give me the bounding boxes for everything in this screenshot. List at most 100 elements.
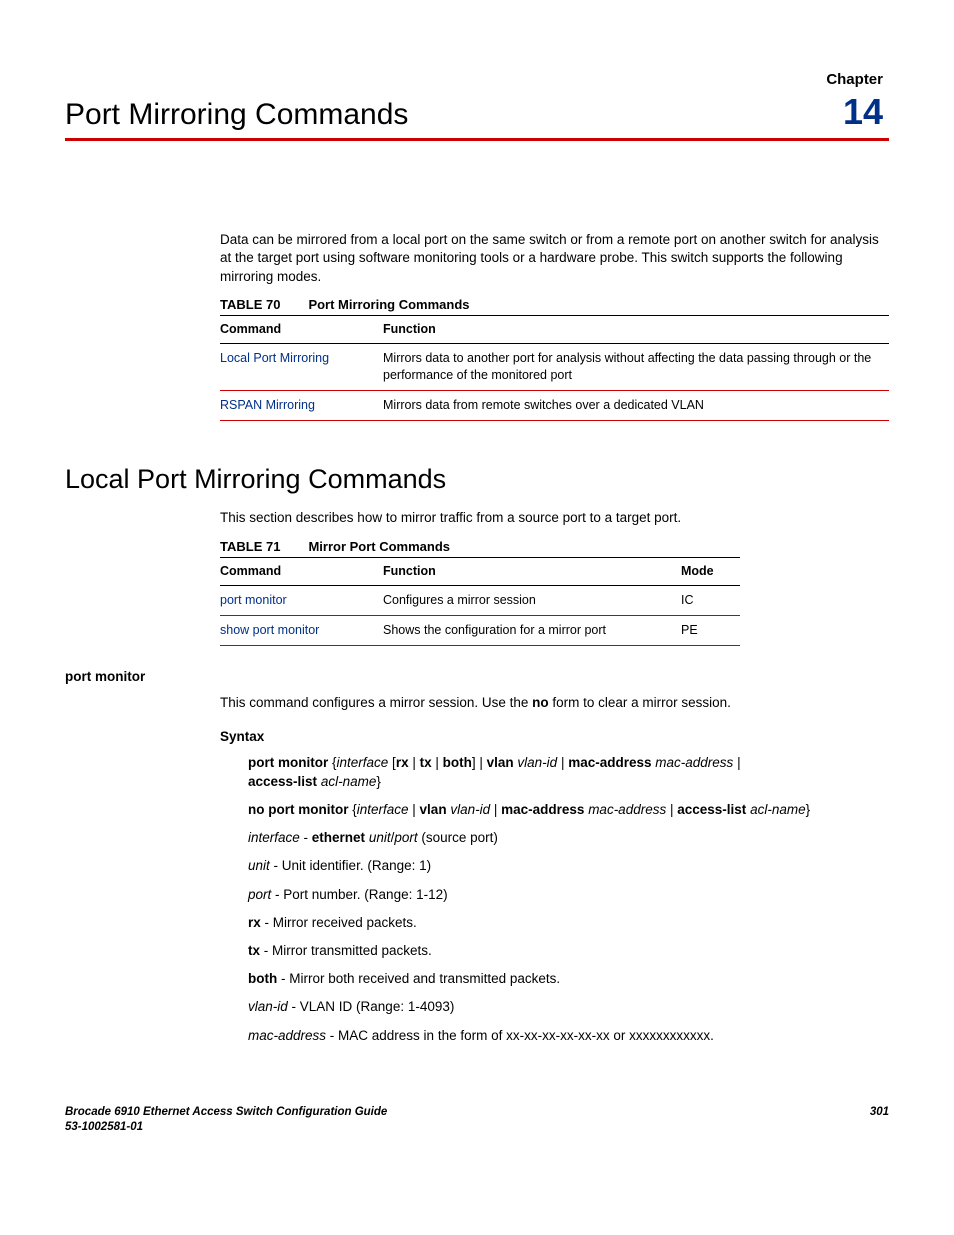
t: | xyxy=(432,755,443,770)
t: (source port) xyxy=(418,830,498,845)
t: vlan-id xyxy=(450,802,490,817)
t: interface xyxy=(337,755,389,770)
table70-title: TABLE 70 Port Mirroring Commands xyxy=(220,296,889,314)
table70-label: TABLE 70 xyxy=(220,297,280,312)
t: | xyxy=(666,802,677,817)
def-unit: unit - Unit identifier. (Range: 1) xyxy=(248,857,889,875)
chapter-label: Chapter xyxy=(826,70,889,90)
t: | xyxy=(409,802,420,817)
section-intro: This section describes how to mirror tra… xyxy=(220,509,889,527)
footer-title: Brocade 6910 Ethernet Access Switch Conf… xyxy=(65,1105,387,1121)
t: mac-address xyxy=(568,755,651,770)
def-rx: rx - Mirror received packets. xyxy=(248,914,889,932)
t: unit xyxy=(369,830,391,845)
t: } xyxy=(376,774,381,789)
t: tx xyxy=(248,943,260,958)
table70: Command Function Local Port Mirroring Mi… xyxy=(220,315,889,421)
command-name: port monitor xyxy=(65,668,889,686)
table71-h3: Mode xyxy=(681,558,740,586)
def-tx: tx - Mirror transmitted packets. xyxy=(248,942,889,960)
t: rx xyxy=(396,755,409,770)
link-port-monitor[interactable]: port monitor xyxy=(220,586,383,616)
t: vlan xyxy=(420,802,447,817)
t: port xyxy=(248,887,271,902)
t: | xyxy=(733,755,740,770)
command-description: This command configures a mirror session… xyxy=(220,694,889,712)
table71-r1-func: Shows the configuration for a mirror por… xyxy=(383,615,681,645)
t: { xyxy=(328,755,336,770)
t: access-list xyxy=(677,802,746,817)
chapter-title: Port Mirroring Commands xyxy=(65,100,408,130)
table-row: show port monitor Shows the configuratio… xyxy=(220,615,740,645)
table70-caption: Port Mirroring Commands xyxy=(308,297,469,312)
page-number: 301 xyxy=(870,1105,889,1136)
t: vlan-id xyxy=(248,999,288,1014)
t: | xyxy=(557,755,568,770)
table71-h1: Command xyxy=(220,558,383,586)
t: interface xyxy=(357,802,409,817)
t: port monitor xyxy=(248,755,328,770)
link-show-port-monitor[interactable]: show port monitor xyxy=(220,615,383,645)
t: [ xyxy=(388,755,396,770)
t: vlan xyxy=(487,755,514,770)
t: port xyxy=(394,830,417,845)
def-mac: mac-address - MAC address in the form of… xyxy=(248,1027,889,1045)
t: mac-address xyxy=(501,802,584,817)
link-local-port-mirroring[interactable]: Local Port Mirroring xyxy=(220,344,383,391)
table71-title: TABLE 71Mirror Port Commands xyxy=(220,538,889,556)
t: { xyxy=(348,802,356,817)
t: - Mirror received packets. xyxy=(261,915,417,930)
def-both: both - Mirror both received and transmit… xyxy=(248,970,889,988)
syntax-heading: Syntax xyxy=(220,728,889,746)
page-footer: Brocade 6910 Ethernet Access Switch Conf… xyxy=(65,1105,889,1136)
t: | xyxy=(409,755,420,770)
def-interface: interface - ethernet unit/port (source p… xyxy=(248,829,889,847)
footer-docnum: 53-1002581-01 xyxy=(65,1120,387,1136)
link-rspan-mirroring[interactable]: RSPAN Mirroring xyxy=(220,391,383,421)
t: both xyxy=(443,755,472,770)
t: mac-address xyxy=(655,755,733,770)
syntax-line-2: no port monitor {interface | vlan vlan-i… xyxy=(248,801,889,819)
table71: Command Function Mode port monitor Confi… xyxy=(220,557,740,646)
t: acl-name xyxy=(321,774,377,789)
t: ethernet xyxy=(312,830,365,845)
t: mac-address xyxy=(248,1028,326,1043)
divider xyxy=(65,138,889,141)
table-row: RSPAN Mirroring Mirrors data from remote… xyxy=(220,391,889,421)
t: both xyxy=(248,971,277,986)
table70-h2: Function xyxy=(383,316,889,344)
t: interface xyxy=(248,830,300,845)
t: acl-name xyxy=(750,802,806,817)
table-row: Local Port Mirroring Mirrors data to ano… xyxy=(220,344,889,391)
chapter-number: 14 xyxy=(826,94,889,130)
table71-h2: Function xyxy=(383,558,681,586)
intro-paragraph: Data can be mirrored from a local port o… xyxy=(220,231,889,286)
table71-r1-mode: PE xyxy=(681,615,740,645)
table70-r0-func: Mirrors data to another port for analysi… xyxy=(383,344,889,391)
t: - VLAN ID (Range: 1-4093) xyxy=(288,999,455,1014)
t: unit xyxy=(248,858,270,873)
t: ] | xyxy=(472,755,487,770)
t: rx xyxy=(248,915,261,930)
t: no port monitor xyxy=(248,802,348,817)
section-title: Local Port Mirroring Commands xyxy=(65,461,889,497)
t: - MAC address in the form of xx-xx-xx-xx… xyxy=(326,1028,714,1043)
table71-r0-func: Configures a mirror session xyxy=(383,586,681,616)
t: - xyxy=(300,830,312,845)
desc-bold: no xyxy=(532,695,549,710)
t: mac-address xyxy=(588,802,666,817)
t: - Mirror both received and transmitted p… xyxy=(277,971,560,986)
table70-r1-func: Mirrors data from remote switches over a… xyxy=(383,391,889,421)
syntax-line-1: port monitor {interface [rx | tx | both]… xyxy=(248,754,889,790)
table71-r0-mode: IC xyxy=(681,586,740,616)
t: } xyxy=(806,802,811,817)
t: | xyxy=(490,802,501,817)
t: vlan-id xyxy=(517,755,557,770)
desc-pre: This command configures a mirror session… xyxy=(220,695,532,710)
def-vlan: vlan-id - VLAN ID (Range: 1-4093) xyxy=(248,998,889,1016)
table71-caption: Mirror Port Commands xyxy=(308,539,450,554)
t: - Port number. (Range: 1-12) xyxy=(271,887,447,902)
t: access-list xyxy=(248,774,317,789)
table-row: port monitor Configures a mirror session… xyxy=(220,586,740,616)
t: - Unit identifier. (Range: 1) xyxy=(270,858,431,873)
